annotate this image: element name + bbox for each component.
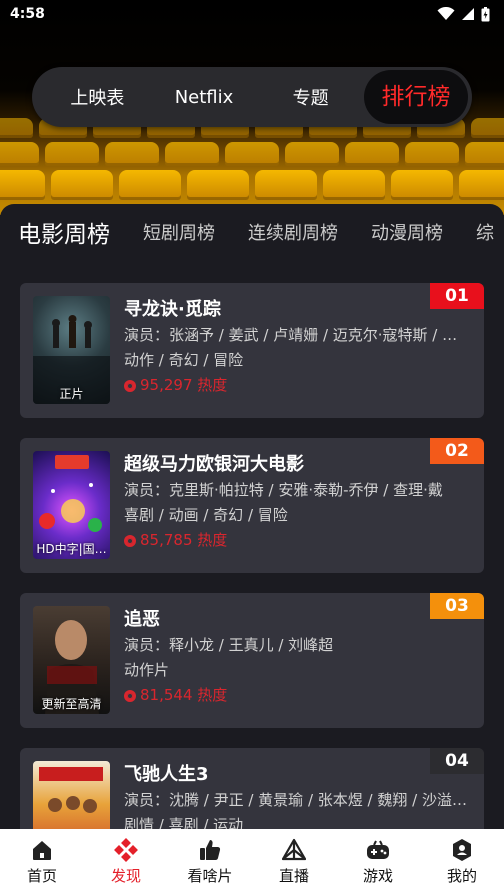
tab-anime-weekly[interactable]: 动漫周榜: [371, 219, 443, 245]
nav-label: 发现: [110, 867, 141, 885]
movie-genres: 喜剧 / 动画 / 奇幻 / 冒险: [124, 506, 288, 524]
heat-score: 85,785 热度: [124, 528, 474, 553]
movie-genres: 动作片: [124, 661, 170, 679]
heat-value: 85,785 热度: [140, 531, 228, 549]
ranking-card[interactable]: 01 正片 寻龙诀·觅踪 演员：张涵予 / 姜武 / 卢靖姗 / 迈克尔·寇特斯…: [20, 283, 484, 418]
rankings-panel: 电影周榜 短剧周榜 连续剧周榜 动漫周榜 综 01 正片 寻龙诀·觅踪 演员：张…: [0, 204, 504, 834]
status-time: 4:58: [10, 6, 45, 22]
poster-tag: 更新至高清: [41, 697, 102, 711]
heat-value: 81,544 热度: [140, 686, 228, 704]
poster-racing-icon: [39, 767, 103, 813]
ranking-card[interactable]: 02 HD中字|国… 超级马力欧银河大电影 演员：克里斯·帕拉特 / 安雅·泰勒…: [20, 438, 484, 573]
ranking-card[interactable]: 04 飞驰人生3 演员：沈腾 / 尹正 / 黄景瑜 / 张本煜 / 魏翔 / 沙…: [20, 748, 484, 834]
top-tab-bar: 上映表 Netflix 专题 排行榜: [32, 67, 472, 127]
tab-topics[interactable]: 专题: [257, 84, 364, 110]
movie-title: 寻龙诀·觅踪: [124, 299, 221, 320]
heat-score: 81,544 热度: [124, 683, 474, 708]
nav-discover[interactable]: 发现: [84, 829, 168, 896]
tab-short-drama-weekly[interactable]: 短剧周榜: [143, 219, 215, 245]
movie-info: 飞驰人生3 演员：沈腾 / 尹正 / 黄景瑜 / 张本煜 / 魏翔 / 沙溢… …: [124, 762, 474, 834]
heat-score: 95,297 热度: [124, 373, 474, 398]
bottom-nav: 首页 发现 看啥片 直播 游戏 我的: [0, 829, 504, 896]
ranking-category-tabs: 电影周榜 短剧周榜 连续剧周榜 动漫周榜 综: [18, 214, 504, 250]
movie-info: 追恶 演员：释小龙 / 王真儿 / 刘峰超 动作片 81,544 热度: [124, 607, 474, 708]
poster-tag: 正片: [59, 387, 84, 401]
live-icon: [282, 838, 306, 861]
wifi-icon: [437, 7, 455, 20]
movie-title: 追恶: [124, 609, 160, 630]
ranking-card[interactable]: 03 更新至高清 追恶 演员：释小龙 / 王真儿 / 刘峰超 动作片 81,54…: [20, 593, 484, 728]
gamepad-icon: [367, 840, 389, 859]
tab-rankings[interactable]: 排行榜: [364, 70, 469, 124]
heat-icon: [124, 379, 136, 392]
nav-live[interactable]: 直播: [252, 829, 336, 896]
movie-cast: 演员：克里斯·帕拉特 / 安雅·泰勒-乔伊 / 查理·戴: [124, 481, 443, 499]
nav-recommend[interactable]: 看啥片: [168, 829, 252, 896]
seat-row: [0, 142, 504, 166]
nav-label: 直播: [278, 867, 309, 885]
heat-value: 95,297 热度: [140, 376, 228, 394]
home-icon: [33, 841, 51, 860]
heat-icon: [124, 534, 136, 547]
movie-title: 飞驰人生3: [124, 764, 209, 785]
profile-icon: [453, 839, 471, 861]
nav-games[interactable]: 游戏: [336, 829, 420, 896]
movie-poster[interactable]: HD中字|国…: [33, 451, 110, 559]
nav-home[interactable]: 首页: [0, 829, 84, 896]
nav-label: 我的: [446, 867, 477, 885]
discover-icon: [114, 838, 138, 862]
movie-title: 超级马力欧银河大电影: [124, 454, 304, 475]
nav-profile[interactable]: 我的: [420, 829, 504, 896]
movie-cast: 演员：张涵予 / 姜武 / 卢靖姗 / 迈克尔·寇特斯 / …: [124, 326, 458, 344]
battery-icon: [481, 6, 490, 21]
heat-icon: [124, 689, 136, 702]
movie-info: 超级马力欧银河大电影 演员：克里斯·帕拉特 / 安雅·泰勒-乔伊 / 查理·戴 …: [124, 452, 474, 553]
tab-netflix[interactable]: Netflix: [151, 87, 258, 108]
movie-poster[interactable]: 正片: [33, 296, 110, 404]
movie-cast: 演员：释小龙 / 王真儿 / 刘峰超: [124, 636, 334, 654]
nav-label: 游戏: [362, 867, 393, 885]
signal-icon: [462, 8, 474, 20]
poster-tag: HD中字|国…: [36, 542, 107, 556]
movie-info: 寻龙诀·觅踪 演员：张涵予 / 姜武 / 卢靖姗 / 迈克尔·寇特斯 / … 动…: [124, 297, 474, 398]
seat-row: [0, 170, 504, 200]
tab-variety-weekly[interactable]: 综: [476, 219, 494, 245]
thumbs-up-icon: [200, 840, 221, 860]
nav-label: 看啥片: [187, 867, 233, 885]
movie-cast: 演员：沈腾 / 尹正 / 黄景瑜 / 张本煜 / 魏翔 / 沙溢…: [124, 791, 467, 809]
movie-poster[interactable]: [33, 761, 110, 834]
tab-movie-weekly[interactable]: 电影周榜: [18, 215, 110, 249]
movie-poster[interactable]: 更新至高清: [33, 606, 110, 714]
movie-genres: 动作 / 奇幻 / 冒险: [124, 351, 244, 369]
tab-schedule[interactable]: 上映表: [44, 84, 151, 110]
nav-label: 首页: [26, 867, 57, 885]
status-bar: 4:58: [0, 0, 504, 28]
tab-series-weekly[interactable]: 连续剧周榜: [248, 219, 338, 245]
